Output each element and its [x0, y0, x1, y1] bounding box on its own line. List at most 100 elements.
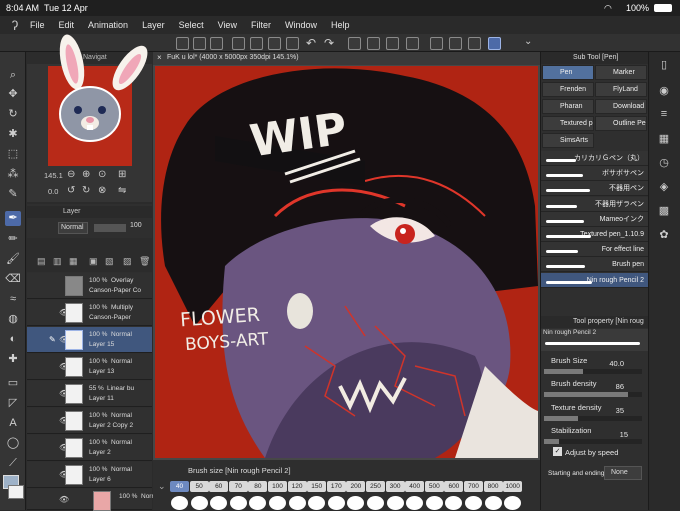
brush-size-button[interactable]: 700 [464, 481, 483, 492]
layer-row-bottom[interactable]: 👁 100 % Normal [27, 489, 162, 511]
move-tool-icon[interactable]: ✥ [5, 87, 21, 102]
material-icon[interactable]: ✿ [656, 228, 672, 242]
menu-help[interactable]: Help [331, 20, 350, 30]
brush-size-button[interactable]: 60 [209, 481, 229, 492]
zoom-out-icon[interactable]: ⊖ [67, 169, 75, 180]
ruler-tool-icon[interactable]: ◸ [5, 396, 21, 411]
adjust-speed-checkbox[interactable]: ✓ [553, 447, 562, 456]
snap-line-icon[interactable] [488, 37, 501, 50]
stabilization-value[interactable]: 15 [608, 430, 628, 439]
reset-rotate-icon[interactable]: ⊗ [98, 185, 106, 196]
layer-row-multiply[interactable]: 👁 100 % Multiply Canson-Paper [27, 300, 152, 326]
brush-size-button[interactable]: 170 [326, 481, 346, 492]
layer-row-layer-2[interactable]: 👁 100 % Normal Layer 2 [27, 435, 152, 461]
brush-size-button[interactable]: 1000 [503, 481, 523, 492]
zoom-in-icon[interactable]: ⊕ [82, 169, 90, 180]
layer-row-overlay[interactable]: 100 % Overlay Canson-Paper Co [27, 273, 152, 299]
mask-icon[interactable]: ▧ [105, 256, 114, 267]
save-icon[interactable] [232, 37, 245, 50]
brush-size-button[interactable]: 120 [287, 481, 307, 492]
navigator-angle-value[interactable]: 0.0 [48, 187, 58, 196]
subtool-download[interactable]: Download [595, 99, 647, 114]
layer-opacity-value[interactable]: 100 [130, 222, 142, 229]
opacity-slider[interactable] [94, 224, 126, 232]
stabilization-slider[interactable] [544, 439, 642, 444]
blend-tool-icon[interactable]: ≈ [5, 292, 21, 307]
actual-size-icon[interactable]: ⊞ [118, 169, 126, 180]
flip-icon[interactable]: ⇋ [118, 185, 126, 196]
correct-line-tool-icon[interactable]: ⟋ [5, 456, 21, 471]
brush-size-slider[interactable] [544, 369, 642, 374]
brush-size-value[interactable]: 40.0 [604, 359, 624, 368]
fill-tool-icon[interactable]: ◍ [5, 312, 21, 327]
subtool-pen[interactable]: Pen [542, 65, 594, 80]
frame-tool-icon[interactable]: ▭ [5, 376, 21, 391]
brush-density-value[interactable]: 86 [604, 382, 624, 391]
undo-icon[interactable]: ↶ [306, 36, 316, 50]
brush-size-button[interactable]: 500 [424, 481, 444, 492]
brush-tool-icon[interactable]: 🖌 [5, 252, 21, 267]
export-icon[interactable] [250, 37, 263, 50]
balloon-tool-icon[interactable]: ◯ [5, 436, 21, 451]
rotate-tool-icon[interactable]: ↻ [5, 107, 21, 122]
lock-icon[interactable]: ▣ [89, 256, 98, 267]
brush-size-button[interactable]: 250 [366, 481, 385, 492]
rotate-right-icon[interactable]: ↻ [82, 185, 90, 196]
rotate-left-icon[interactable]: ↺ [67, 185, 75, 196]
approx-color-icon[interactable]: ▩ [656, 204, 672, 218]
pencil-tool-icon[interactable]: ✏ [5, 232, 21, 247]
blend-mode-select[interactable]: Normal [58, 222, 88, 234]
layer-row-layer-13[interactable]: 👁 100 % Normal Layer 13 [27, 354, 152, 380]
trash-icon[interactable]: 🗑 [139, 256, 150, 267]
color-set-icon[interactable]: ▦ [656, 132, 672, 146]
fill-icon[interactable] [386, 37, 399, 50]
zoom-tool-icon[interactable]: ⌕ [5, 68, 21, 83]
eyedropper-tool-icon[interactable]: ✎ [5, 187, 21, 202]
menu-file[interactable]: File [30, 20, 45, 30]
snap-grid-icon[interactable] [468, 37, 481, 50]
transform-icon[interactable] [367, 37, 380, 50]
merge-icon[interactable]: ▨ [123, 256, 132, 267]
chevron-down-icon[interactable]: ⌄ [158, 481, 166, 492]
deselect-icon[interactable] [406, 37, 419, 50]
new-raster-layer-icon[interactable]: ▤ [37, 256, 46, 267]
subtool-frenden[interactable]: Frenden [542, 82, 594, 97]
auto-select-tool-icon[interactable]: ✱ [5, 127, 21, 142]
start-end-select[interactable]: None [604, 466, 642, 480]
layer-row-layer-2-copy-2[interactable]: 👁 100 % Normal Layer 2 Copy 2 [27, 408, 152, 434]
subtool-marker[interactable]: Marker [595, 65, 647, 80]
brush-size-button[interactable]: 800 [483, 481, 503, 492]
new-folder-icon[interactable]: ▦ [69, 256, 78, 267]
texture-density-value[interactable]: 35 [604, 406, 624, 415]
pen-tool-icon[interactable]: ✒ [5, 211, 21, 226]
redo-icon[interactable]: ↷ [324, 36, 334, 50]
color-wheel-icon[interactable]: ◉ [656, 84, 672, 98]
subtool-simsarts[interactable]: SimsArts [542, 133, 594, 148]
intermediate-color-icon[interactable]: ◈ [656, 180, 672, 194]
share-icon[interactable] [286, 37, 299, 50]
magic-wand-tool-icon[interactable]: ⁂ [5, 167, 21, 182]
subtool-textured[interactable]: Textured p [542, 116, 594, 131]
brush-size-button[interactable]: 40 [170, 481, 189, 492]
clear-icon[interactable] [348, 37, 361, 50]
brush-size-button[interactable]: 300 [385, 481, 405, 492]
navigator-zoom-value[interactable]: 145.1 [44, 171, 63, 180]
subtool-outline-pen[interactable]: Outline Pen [595, 116, 647, 131]
snap-off-icon[interactable] [430, 37, 443, 50]
texture-density-slider[interactable] [544, 416, 642, 421]
app-logo-icon[interactable]: ʔ [0, 18, 30, 33]
figure-tool-icon[interactable]: ✚ [5, 352, 21, 367]
color-slider-icon[interactable]: ≡ [656, 108, 672, 122]
snap-ruler-icon[interactable] [449, 37, 462, 50]
brush-size-button[interactable]: 50 [189, 481, 209, 492]
eraser-tool-icon[interactable]: ⌫ [5, 272, 21, 287]
close-tab-icon[interactable]: × [157, 53, 162, 62]
document-tab[interactable]: × FuK u lol* (4000 x 5000px 350dpi 145.1… [153, 52, 540, 65]
print-icon[interactable] [268, 37, 281, 50]
brush-size-button[interactable]: 100 [268, 481, 287, 492]
brush-density-slider[interactable] [544, 392, 642, 397]
sub-color-swatch[interactable] [8, 485, 24, 499]
brush-size-button[interactable]: 150 [307, 481, 327, 492]
selection-tool-icon[interactable]: ⬚ [5, 147, 21, 162]
layer-tab[interactable]: Layer [63, 208, 81, 215]
